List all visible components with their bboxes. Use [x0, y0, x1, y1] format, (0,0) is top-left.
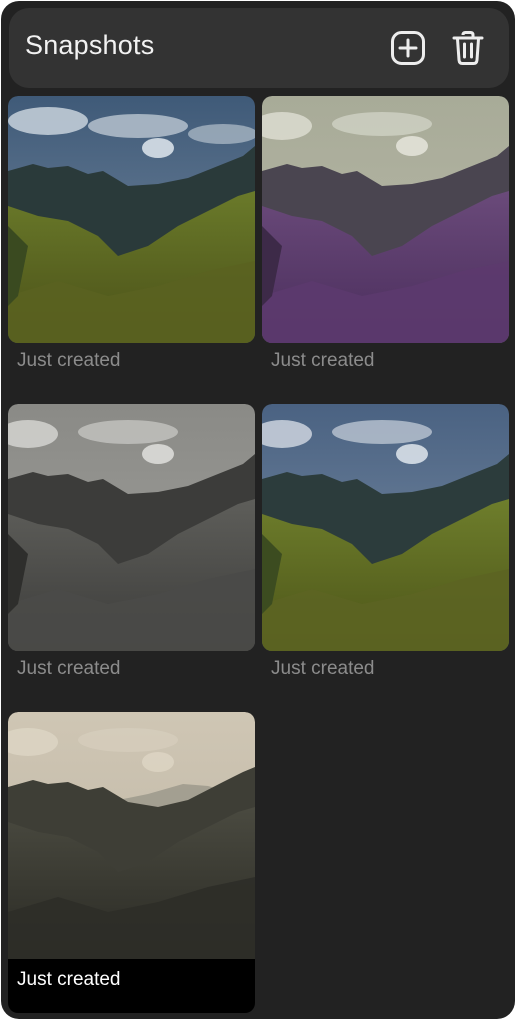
add-circle-icon	[391, 31, 425, 65]
snapshot-card[interactable]: Just created	[262, 404, 509, 687]
snapshot-caption: Just created	[17, 350, 121, 371]
snapshot-caption: Just created	[271, 350, 375, 371]
snapshots-header: Snapshots	[9, 8, 509, 88]
snapshot-thumbnail	[8, 404, 255, 651]
delete-snapshot-button[interactable]	[448, 28, 488, 68]
panel-title: Snapshots	[25, 30, 155, 60]
snapshot-thumbnail	[8, 96, 255, 343]
add-snapshot-button[interactable]	[388, 28, 428, 68]
snapshot-caption: Just created	[17, 969, 121, 990]
snapshot-thumbnail	[262, 404, 509, 651]
snapshot-thumbnail	[8, 712, 255, 959]
snapshot-card[interactable]: Just created	[8, 96, 255, 379]
snapshot-thumbnail	[262, 96, 509, 343]
snapshot-caption: Just created	[17, 658, 121, 679]
snapshot-card-selected[interactable]: Just created	[8, 712, 255, 1013]
trash-icon	[452, 31, 484, 65]
snapshot-card[interactable]: Just created	[8, 404, 255, 687]
snapshot-caption: Just created	[271, 658, 375, 679]
snapshot-card[interactable]: Just created	[262, 96, 509, 379]
snapshots-panel: Snapshots Just created Just created Just…	[1, 1, 515, 1019]
